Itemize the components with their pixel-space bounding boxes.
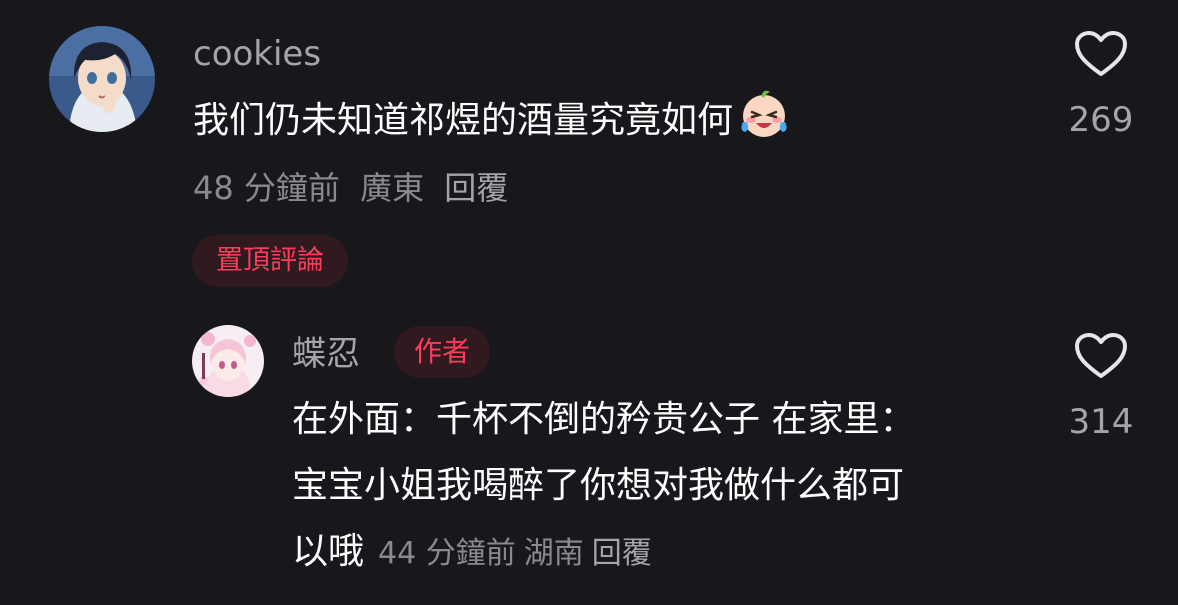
reply-time: 44 分鐘前 bbox=[378, 536, 516, 571]
reply-reply-button[interactable]: 回覆 bbox=[592, 536, 652, 571]
heart-icon[interactable] bbox=[1074, 30, 1128, 78]
comment-username[interactable]: cookies bbox=[193, 34, 321, 74]
reply-username[interactable]: 蝶忍 bbox=[292, 334, 360, 374]
pinned-comment-badge: 置頂評論 bbox=[192, 235, 348, 287]
comment-text: 我们仍未知道祁煜的酒量究竟如何 bbox=[193, 86, 791, 161]
like-button[interactable]: 269 bbox=[1046, 30, 1156, 140]
reply-text-line-3: 以哦 44 分鐘前 湖南 回覆 bbox=[292, 520, 660, 586]
avatar[interactable] bbox=[49, 26, 155, 132]
reply-location: 湖南 bbox=[523, 536, 584, 571]
comment-location: 廣東 bbox=[360, 169, 425, 207]
laughing-crying-face-emoji-icon bbox=[737, 90, 791, 149]
reply-meta: 44 分鐘前 湖南 回覆 bbox=[378, 536, 660, 571]
comment-text-body: 我们仍未知道祁煜的酒量究竟如何 bbox=[193, 100, 734, 141]
like-count: 269 bbox=[1068, 100, 1134, 140]
reply-text-line-1: 在外面：千杯不倒的矜贵公子 在家里： bbox=[292, 399, 916, 440]
reply-text-line-2: 宝宝小姐我喝醉了你想对我做什么都可 bbox=[292, 465, 905, 506]
author-badge: 作者 bbox=[394, 326, 490, 378]
reply-avatar[interactable] bbox=[192, 325, 264, 397]
reply-like-button[interactable]: 314 bbox=[1046, 332, 1156, 442]
reply-button[interactable]: 回覆 bbox=[444, 169, 508, 207]
comment-meta: 48 分鐘前 廣東 回覆 bbox=[193, 168, 518, 208]
reply-like-count: 314 bbox=[1068, 402, 1134, 442]
reply-text-line-3-body: 以哦 bbox=[292, 531, 365, 572]
comment-time: 48 分鐘前 bbox=[193, 169, 340, 207]
heart-icon[interactable] bbox=[1074, 332, 1128, 380]
